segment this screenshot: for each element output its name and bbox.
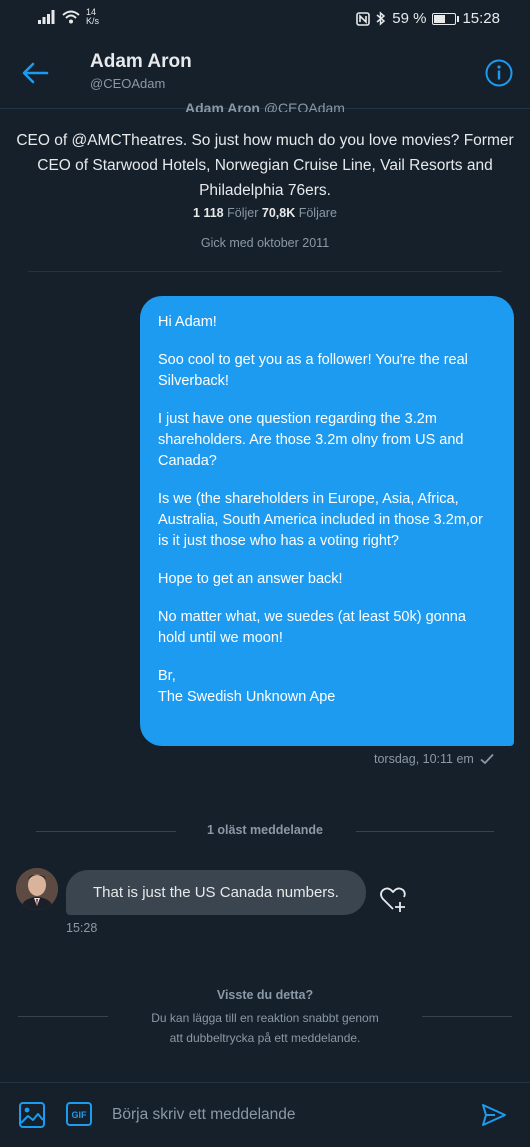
profile-name-cut: Adam Aron @CEOAdam [0,98,530,112]
message-paragraph: Hope to get an answer back! [158,571,343,587]
gif-label: GIF [72,1110,88,1120]
send-icon[interactable] [480,1101,508,1129]
battery-icon [432,12,460,25]
status-right: 59 % 15:28 [356,10,500,27]
signoff-line-1: Br, [158,668,176,684]
signal-icon [38,10,55,24]
tip-line-1: Du kan lägga till en reaktion snabbt gen… [151,1011,379,1025]
outgoing-timestamp: torsdag, 10:11 em [374,752,494,766]
unread-divider: 1 oläst meddelande [36,822,494,840]
image-icon[interactable] [18,1101,46,1129]
following-count[interactable]: 1 118 [193,206,224,220]
followers-count[interactable]: 70,8K [262,206,295,220]
message-composer: GIF [0,1082,530,1147]
joined-date: Gick med oktober 2011 [200,236,330,250]
outgoing-message-bubble[interactable]: Hi Adam! Soo cool to get you as a follow… [140,296,514,746]
incoming-timestamp: 15:28 [66,921,98,935]
status-bar: 14 K/s 59 % 15:28 [0,0,530,38]
profile-handle: @CEOAdam [263,100,345,112]
add-reaction-heart-icon[interactable] [378,884,408,914]
wifi-icon [62,10,80,24]
net-speed: 14 K/s [86,8,99,26]
status-left: 14 K/s [38,8,99,26]
following-label[interactable]: Följer [227,206,258,220]
tip-line-2: att dubbeltrycka på ett meddelande. [169,1031,361,1045]
battery-percent: 59 % [392,10,427,27]
message-paragraph: Is we (the shareholders in Europe, Asia,… [158,491,483,549]
unread-label: 1 oläst meddelande [206,823,323,837]
profile-stats: 1 118 Följer 70,8K Följare [0,206,530,220]
outgoing-timestamp-text: torsdag, 10:11 em [374,752,474,766]
message-paragraph: Hi Adam! [158,314,217,330]
message-paragraph: Soo cool to get you as a follower! You'r… [158,352,468,389]
tip-text: Du kan lägga till en reaktion snabbt gen… [0,1008,530,1048]
net-speed-unit: K/s [86,16,100,26]
avatar-portrait [16,868,58,910]
profile-name: Adam Aron [185,100,260,112]
message-paragraph: No matter what, we suedes (at least 50k)… [158,609,466,646]
message-signoff: Br, The Swedish Unknown Ape [158,666,496,708]
clock: 15:28 [462,10,500,27]
sent-check-icon [480,753,494,765]
back-arrow-icon[interactable] [20,60,50,86]
header-name[interactable]: Adam Aron [90,51,192,73]
gif-icon[interactable]: GIF [66,1102,92,1126]
incoming-message-bubble[interactable]: That is just the US Canada numbers. [66,870,366,915]
profile-bio: CEO of @AMCTheatres. So just how much do… [16,132,514,199]
message-input[interactable] [110,1097,454,1133]
nfc-icon [356,11,371,26]
bluetooth-icon [376,11,386,26]
profile-divider [28,271,502,272]
info-icon[interactable] [484,58,514,88]
header-handle[interactable]: @CEOAdam [90,76,165,91]
followers-label[interactable]: Följare [299,206,337,220]
avatar[interactable] [16,868,58,910]
message-paragraph: I just have one question regarding the 3… [158,411,464,469]
tip-title: Visste du detta? [216,988,314,1002]
reaction-tip: Visste du detta? Du kan lägga till en re… [0,988,530,1048]
signoff-line-2: The Swedish Unknown Ape [158,689,336,705]
